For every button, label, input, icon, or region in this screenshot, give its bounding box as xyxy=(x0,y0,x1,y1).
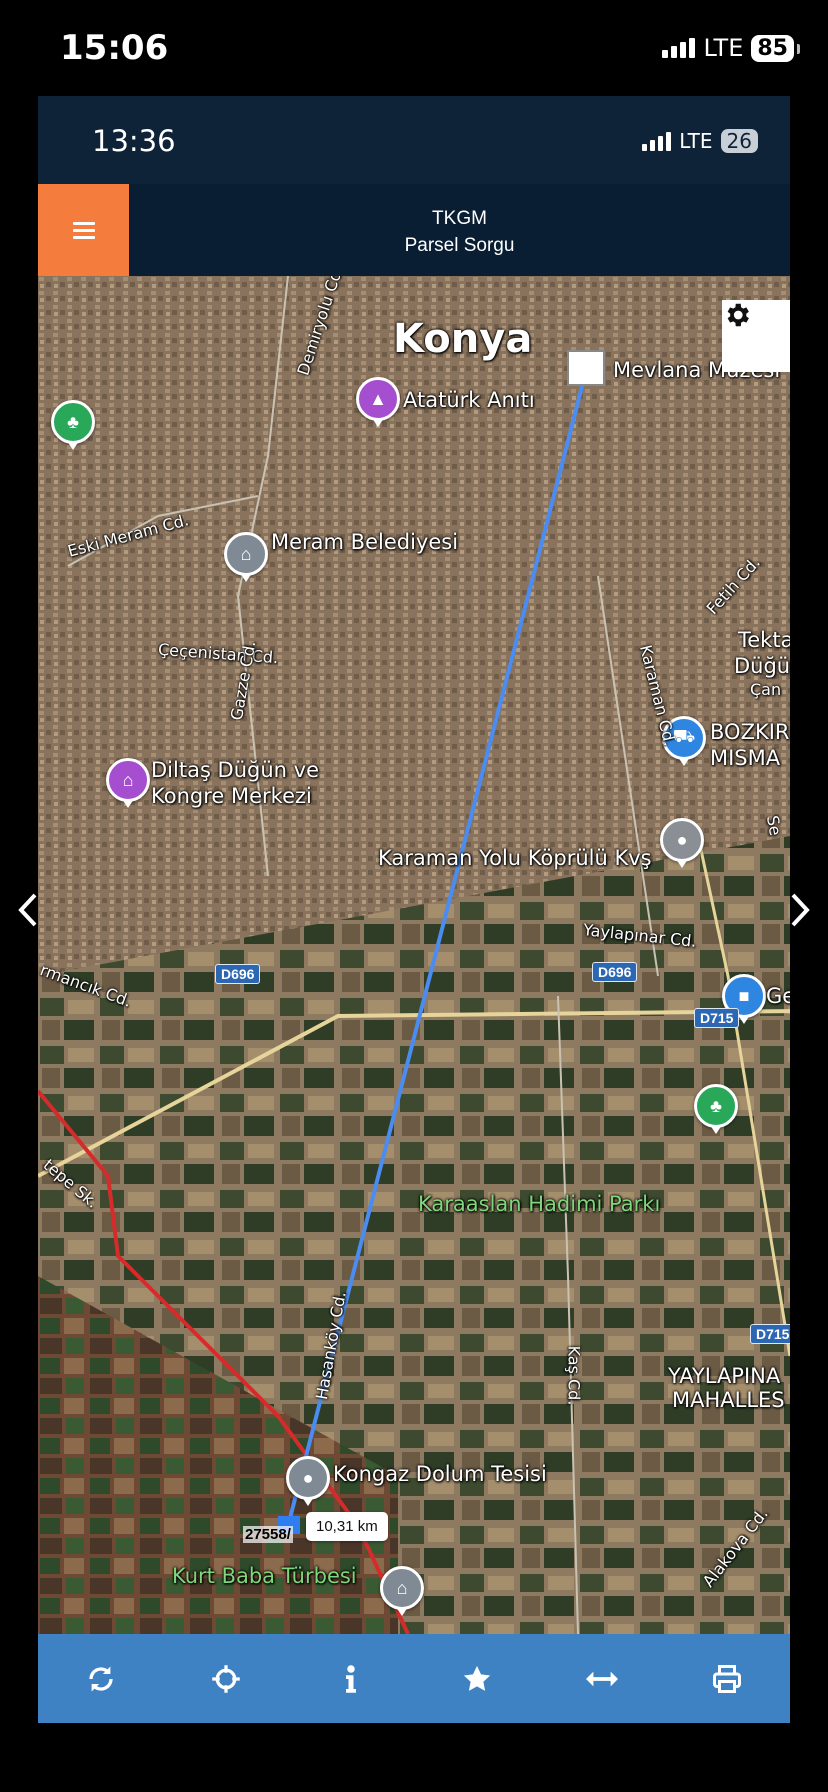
park-icon[interactable]: ♣ xyxy=(51,400,95,450)
device-status-bar: 15:06 LTE 85 xyxy=(0,0,828,96)
road-badge-d696: D696 xyxy=(215,964,261,984)
network-type: LTE xyxy=(703,34,744,62)
inner-status-icons: LTE 26 xyxy=(642,129,758,153)
map-imagery xyxy=(38,276,790,1634)
print-icon xyxy=(713,1664,742,1693)
park-icon[interactable]: ♣ xyxy=(694,1084,738,1134)
poi-tekta-line2[interactable]: Düğü xyxy=(734,654,790,678)
device-clock: 15:06 xyxy=(60,28,169,68)
prev-button[interactable] xyxy=(10,880,46,940)
street-kas: Kaş Cd. xyxy=(564,1345,584,1406)
hamburger-icon xyxy=(72,218,95,243)
app-title: TKGM xyxy=(432,208,487,229)
print-button[interactable] xyxy=(697,1649,757,1709)
venue-icon[interactable]: ⌂ xyxy=(106,758,150,808)
poi-karaaslan[interactable]: Karaaslan Hadimi Parkı xyxy=(418,1192,660,1216)
inner-status-bar: 13:36 LTE 26 xyxy=(38,96,790,184)
signal-icon xyxy=(642,131,672,151)
chevron-right-icon xyxy=(791,893,810,927)
battery-icon: 26 xyxy=(720,129,758,153)
chevron-left-icon xyxy=(18,893,37,927)
poi-yaylapinar-line2[interactable]: MAHALLES xyxy=(672,1388,785,1412)
refresh-button[interactable] xyxy=(71,1649,131,1709)
favorite-button[interactable] xyxy=(447,1649,507,1709)
measure-button[interactable] xyxy=(572,1649,632,1709)
city-label: Konya xyxy=(393,316,533,362)
crosshairs-icon xyxy=(212,1664,240,1693)
parcel-number-label: 27558/ xyxy=(243,1526,293,1543)
locate-button[interactable] xyxy=(196,1649,256,1709)
poi-ataturk[interactable]: Atatürk Anıtı xyxy=(403,388,535,412)
measure-start-marker xyxy=(567,350,605,386)
poi-bozkir-line1[interactable]: BOZKIR xyxy=(710,720,790,744)
poi-tekta-line3[interactable]: Çan xyxy=(750,680,781,699)
road-badge-d696: D696 xyxy=(592,962,638,982)
signal-icon xyxy=(662,38,696,58)
poi-karaman-kvs[interactable]: Karaman Yolu Köprülü Kvş xyxy=(378,846,652,870)
info-icon xyxy=(346,1664,357,1693)
settings-button[interactable] xyxy=(722,300,790,372)
next-button[interactable] xyxy=(782,880,818,940)
battery-icon: 85 xyxy=(751,34,800,62)
government-icon[interactable]: ⌂ xyxy=(224,532,268,582)
road-badge-d715: D715 xyxy=(694,1008,740,1028)
bottom-toolbar xyxy=(38,1634,790,1723)
refresh-icon xyxy=(89,1666,113,1691)
monument-icon[interactable]: ▲ xyxy=(356,377,400,427)
street-se: Se xyxy=(762,814,786,837)
satellite-map[interactable]: Konya Mevlana Müzesi ▲ Atatürk Anıtı ♣ ⌂… xyxy=(38,276,790,1634)
poi-kongaz[interactable]: Kongaz Dolum Tesisi xyxy=(333,1462,547,1486)
poi-diltas-line2[interactable]: Kongre Merkezi xyxy=(151,784,312,808)
poi-diltas-line1[interactable]: Diltaş Düğün ve xyxy=(151,758,319,782)
poi-ge[interactable]: Ge xyxy=(766,984,790,1008)
tomb-icon[interactable]: ⌂ xyxy=(380,1566,424,1616)
poi-kurt-baba[interactable]: Kurt Baba Türbesi xyxy=(172,1564,357,1588)
poi-tekta-line1[interactable]: Tekta xyxy=(738,628,790,652)
menu-button[interactable] xyxy=(38,184,129,276)
app-screenshot: 13:36 LTE 26 TKGM Parsel Sorgu Konya Mev… xyxy=(38,96,790,1723)
poi-bozkir-line2[interactable]: MISMA xyxy=(710,746,780,770)
app-header: TKGM Parsel Sorgu xyxy=(38,184,790,276)
star-icon xyxy=(463,1665,490,1691)
arrows-horizontal-icon xyxy=(585,1671,618,1686)
road-badge-d715: D715 xyxy=(750,1324,790,1344)
interchange-icon[interactable]: ● xyxy=(660,818,704,868)
header-titles: TKGM Parsel Sorgu xyxy=(129,206,790,260)
poi-meram[interactable]: Meram Belediyesi xyxy=(271,530,458,554)
poi-yaylapinar-line1[interactable]: YAYLAPINA xyxy=(668,1364,780,1388)
gas-station-icon[interactable]: ● xyxy=(286,1456,330,1506)
inner-clock: 13:36 xyxy=(92,124,176,158)
gear-icon xyxy=(727,303,749,327)
inner-network-type: LTE xyxy=(679,129,713,153)
info-button[interactable] xyxy=(321,1649,381,1709)
device-status-icons: LTE 85 xyxy=(662,34,800,62)
app-subtitle: Parsel Sorgu xyxy=(404,235,515,256)
distance-label: 10,31 km xyxy=(306,1512,388,1541)
